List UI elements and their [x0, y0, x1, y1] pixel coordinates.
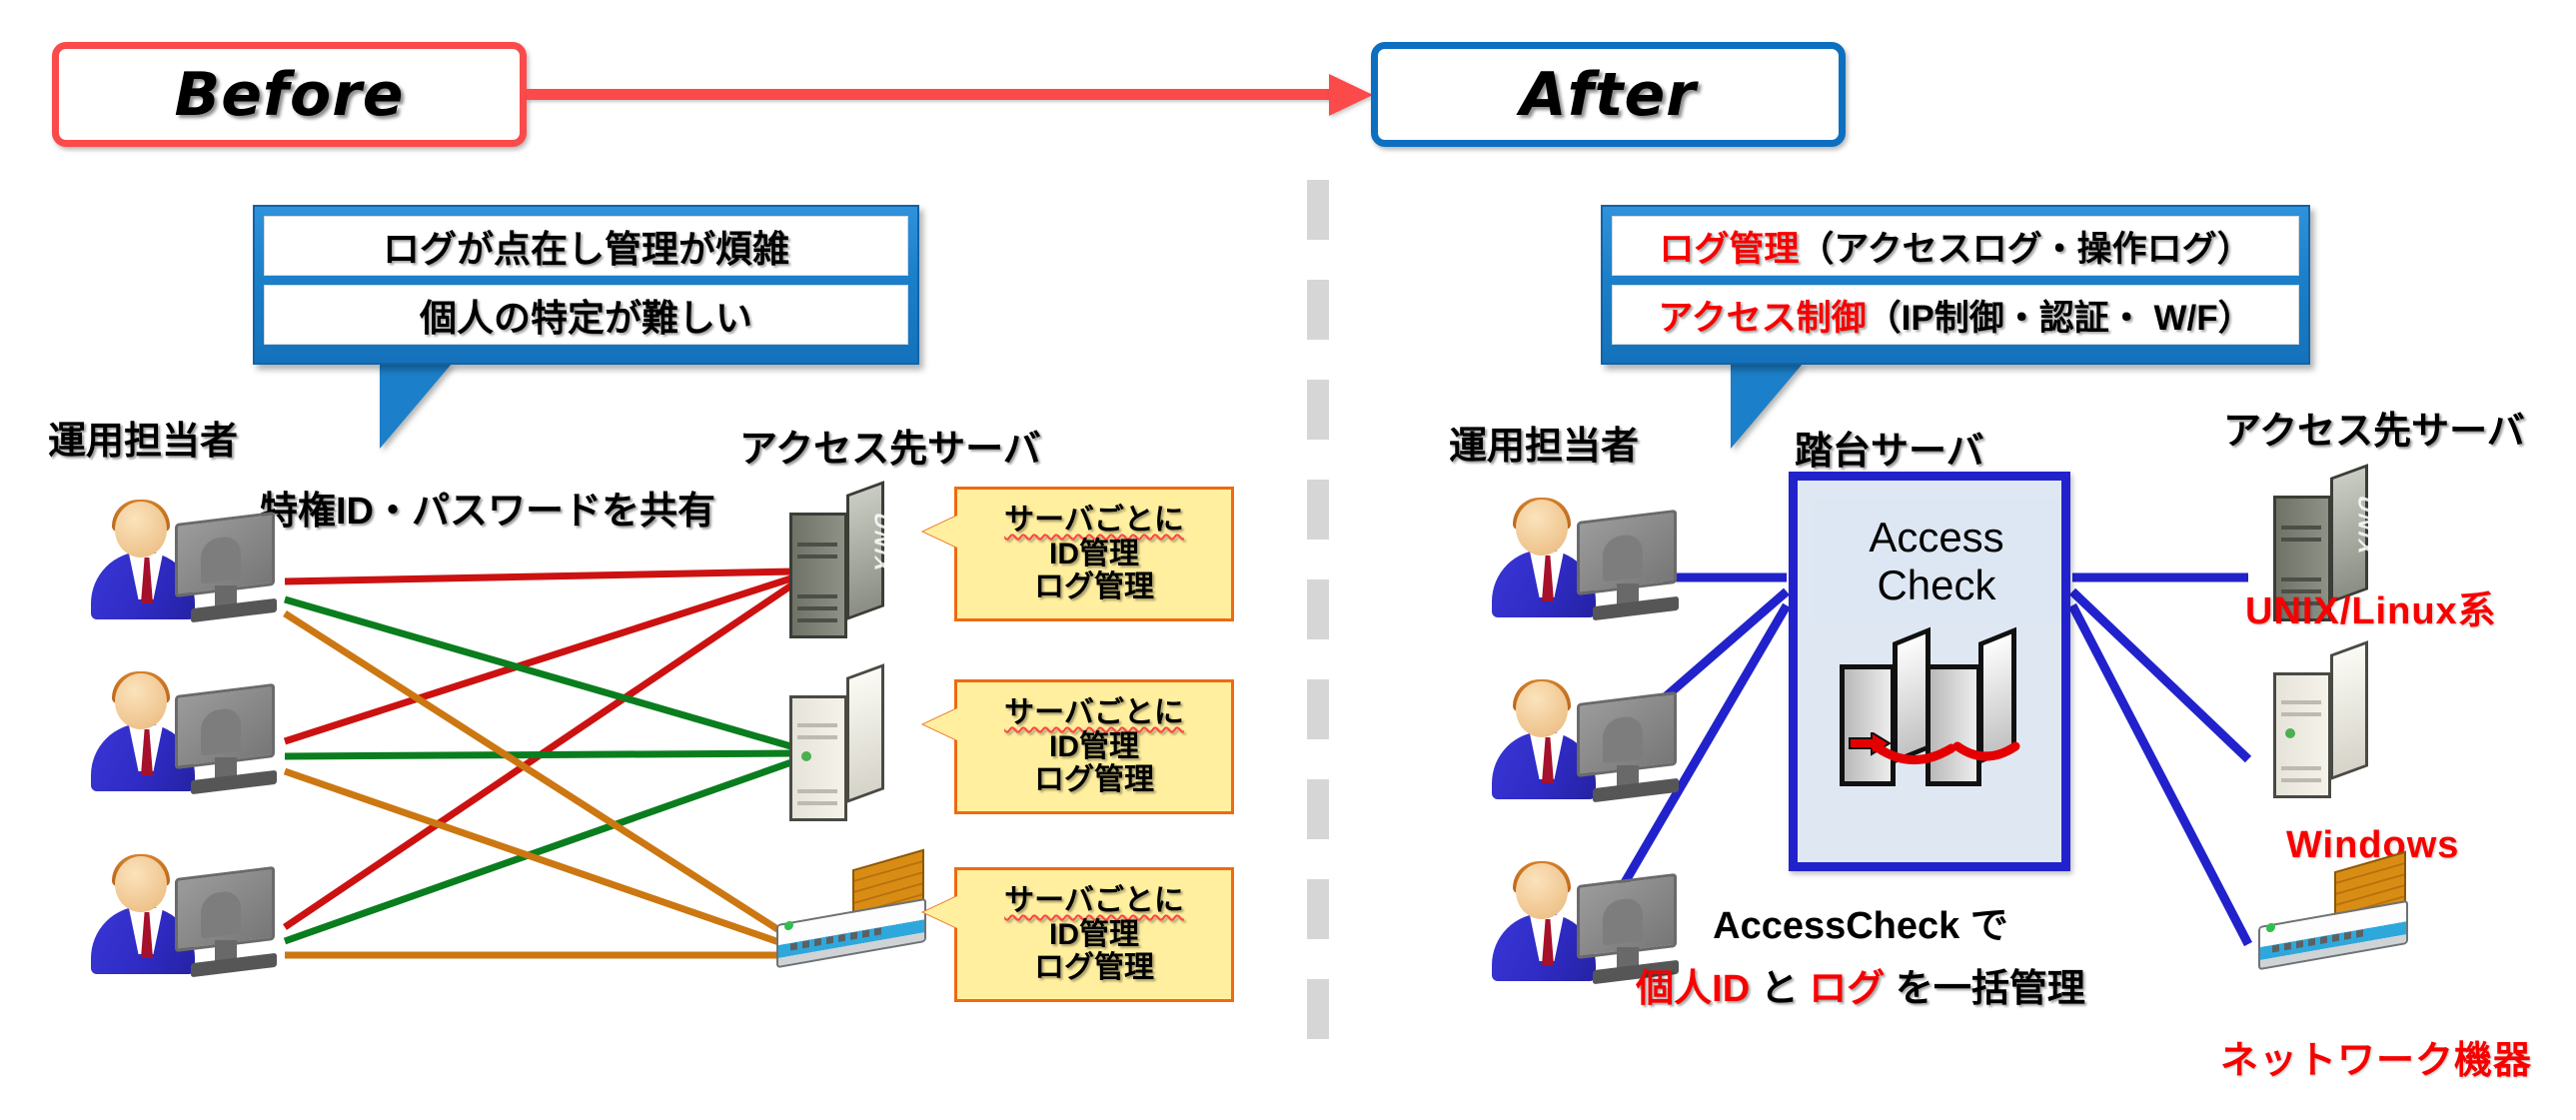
- summary-part-3: ログ: [1809, 968, 1886, 1010]
- problem-row-1: ログが点在し管理が煩雑: [264, 216, 908, 276]
- server-note-1-line2: ID管理: [1049, 537, 1139, 570]
- feature-row-2: アクセス制御 （IP制御・認証・ W/F）: [1612, 285, 2299, 345]
- callout-left-tail: [380, 364, 452, 449]
- twin-server-icon: [1840, 626, 2029, 820]
- unix-server-icon-before: UNIX: [789, 481, 894, 642]
- server-note-2-line3: ログ管理: [1034, 763, 1154, 797]
- unix-badge-text: UNIX: [869, 509, 895, 578]
- after-phase-label: After: [1520, 59, 1697, 130]
- network-device-icon-before: [774, 848, 934, 971]
- accesscheck-line1: Access: [1869, 514, 2004, 561]
- before-phase-label: Before: [174, 59, 405, 130]
- after-target-servers-label: アクセス先サーバ: [2223, 411, 2525, 453]
- before-operators-label: 運用担当者: [48, 421, 239, 463]
- server-note-3-line1: サーバごとに: [1004, 884, 1184, 918]
- summary-line-2: 個人ID と ログ を一括管理: [1581, 957, 2140, 1012]
- before-target-servers-label: アクセス先サーバ: [739, 429, 1041, 471]
- after-operators-label: 運用担当者: [1449, 426, 1640, 468]
- summary-part-1: 個人ID: [1636, 968, 1751, 1010]
- server-note-1-line1: サーバごとに: [1004, 504, 1184, 538]
- windows-server-icon-before: [789, 663, 885, 825]
- problem-text-1: ログが点在し管理が煩雑: [383, 229, 789, 270]
- unix-server-label: UNIX/Linux系: [2245, 590, 2497, 632]
- feature-rest-1: （アクセスログ・操作ログ）: [1799, 229, 2252, 269]
- feature-highlight-1: ログ管理: [1659, 229, 1800, 269]
- callout-right-tail: [1731, 364, 1803, 449]
- network-device-label: ネットワーク機器: [2220, 1040, 2533, 1082]
- operator-monitor-icon-1: [175, 511, 293, 625]
- server-note-2: サーバごとに ID管理 ログ管理: [923, 679, 1234, 814]
- server-note-3: サーバごとに ID管理 ログ管理: [923, 867, 1234, 1002]
- after-connector-lines: [1585, 572, 2252, 947]
- windows-server-icon-after: [2273, 640, 2369, 802]
- problems-callout: ログが点在し管理が煩雑 個人の特定が難しい: [253, 205, 919, 365]
- step-server-label: 踏台サーバ: [1795, 431, 1984, 473]
- operator-monitor-icon-4: [1577, 509, 1695, 623]
- phase-transition-arrow-head: [1329, 74, 1373, 116]
- feature-row-1: ログ管理 （アクセスログ・操作ログ）: [1612, 216, 2299, 276]
- sync-arrow-icon: [1849, 732, 2020, 764]
- accesscheck-product-badge: Access Check: [1814, 499, 2059, 623]
- after-phase-box: After: [1371, 42, 1846, 147]
- server-note-3-line2: ID管理: [1049, 917, 1139, 951]
- shared-credentials-label: 特権ID・パスワードを共有: [260, 491, 716, 533]
- server-note-3-line3: ログ管理: [1034, 951, 1154, 985]
- features-callout: ログ管理 （アクセスログ・操作ログ） アクセス制御 （IP制御・認証・ W/F）: [1601, 205, 2310, 365]
- problem-row-2: 個人の特定が難しい: [264, 285, 908, 345]
- summary-part-2: と: [1750, 968, 1810, 1010]
- server-note-2-line2: ID管理: [1049, 729, 1139, 763]
- before-connector-lines: [283, 567, 801, 959]
- problem-text-2: 個人の特定が難しい: [420, 298, 752, 339]
- phase-transition-arrow-line: [527, 89, 1346, 100]
- step-server-box: Access Check: [1789, 472, 2070, 871]
- feature-highlight-2: アクセス制御: [1658, 298, 1867, 338]
- operator-monitor-icon-2: [175, 682, 293, 797]
- vertical-dashed-divider: [1307, 180, 1329, 1054]
- summary-line-1: AccessCheck で: [1713, 905, 2008, 947]
- feature-rest-2: （IP制御・認証・ W/F）: [1866, 298, 2253, 338]
- server-note-1: サーバごとに ID管理 ログ管理: [923, 487, 1234, 621]
- operator-monitor-icon-5: [1577, 690, 1695, 805]
- server-note-2-line1: サーバごとに: [1004, 696, 1184, 730]
- accesscheck-line2: Check: [1877, 560, 1996, 608]
- unix-badge-text-after: UNIX: [2353, 492, 2379, 561]
- after-summary: AccessCheck で 個人ID と ログ を一括管理: [1581, 894, 2140, 1012]
- network-device-icon-after: [2256, 850, 2416, 973]
- diagram-canvas: Before After ログが点在し管理が煩雑 個人の特定が難しい ログ管理（…: [0, 0, 2576, 1120]
- server-note-1-line3: ログ管理: [1034, 570, 1154, 604]
- summary-part-4: を一括管理: [1885, 968, 2085, 1010]
- before-phase-box: Before: [52, 42, 527, 147]
- operator-monitor-icon-3: [175, 865, 293, 980]
